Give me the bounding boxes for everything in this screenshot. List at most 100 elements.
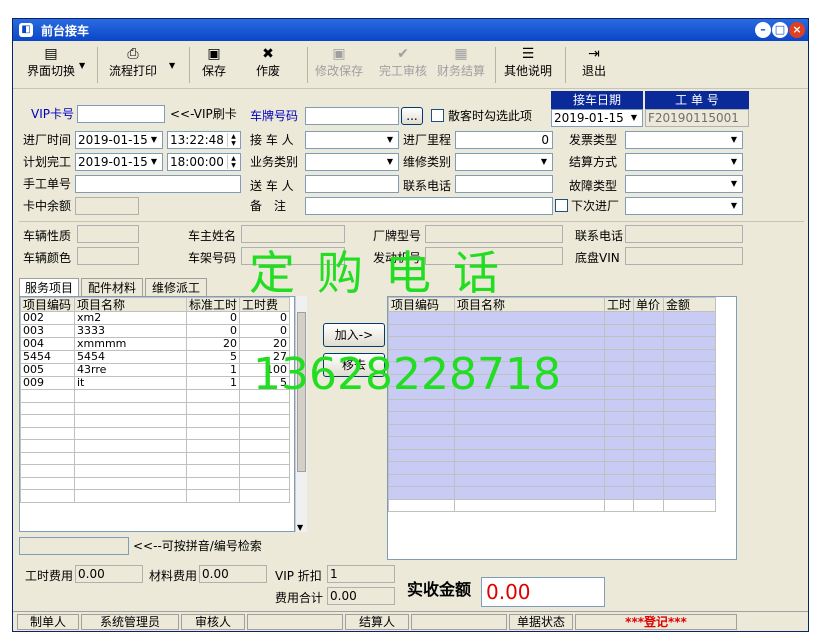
table-cell[interactable]: 5	[185, 350, 241, 364]
table-row[interactable]: 003 3333 0 0	[20, 324, 291, 338]
table-cell[interactable]	[454, 436, 605, 450]
column-header[interactable]: 工时	[603, 297, 635, 312]
table-cell[interactable]	[633, 486, 665, 500]
table-row[interactable]	[388, 448, 717, 462]
dropdown-arrow-icon[interactable]: ▼	[383, 133, 397, 147]
plan-time-input[interactable]: 18:00:00 ▲ ▼	[167, 153, 241, 171]
dropdown-arrow-icon[interactable]: ▼	[147, 155, 161, 169]
table-row[interactable]	[20, 426, 291, 440]
table-row[interactable]	[388, 473, 717, 487]
tab-repair-dispatch[interactable]: 维修派工	[145, 278, 207, 296]
table-cell[interactable]	[388, 311, 455, 325]
entry-date-picker[interactable]: 2019-01-15 ▼	[75, 131, 163, 149]
receive-date-picker[interactable]: 2019-01-15 ▼	[551, 109, 643, 127]
table-cell[interactable]	[74, 489, 187, 503]
table-cell[interactable]	[603, 323, 635, 337]
table-cell[interactable]	[239, 489, 291, 503]
table-cell[interactable]	[663, 336, 717, 350]
table-row[interactable]	[388, 323, 717, 337]
table-row[interactable]	[20, 451, 291, 465]
table-cell[interactable]	[20, 464, 75, 478]
spinner-icon[interactable]: ▲ ▼	[227, 155, 239, 169]
table-cell[interactable]	[388, 348, 455, 362]
table-cell[interactable]	[74, 414, 187, 428]
table-cell[interactable]	[454, 373, 605, 387]
table-cell[interactable]	[633, 473, 665, 487]
table-row[interactable]	[20, 489, 291, 503]
table-cell[interactable]	[633, 373, 665, 387]
table-cell[interactable]	[633, 498, 665, 512]
dropdown-arrow-icon[interactable]: ▼	[169, 61, 175, 70]
table-cell[interactable]	[663, 486, 717, 500]
table-cell[interactable]	[603, 498, 635, 512]
table-cell[interactable]	[663, 373, 717, 387]
toolbar-button-7[interactable]: ☰ 其他说明	[501, 45, 555, 85]
table-cell[interactable]	[74, 476, 187, 490]
receiver-select[interactable]: ▼	[305, 131, 399, 149]
table-cell[interactable]	[185, 401, 241, 415]
casual-customer-checkbox[interactable]	[431, 109, 444, 122]
table-cell[interactable]: 002	[20, 311, 75, 325]
table-cell[interactable]	[388, 498, 455, 512]
table-row[interactable]	[388, 411, 717, 425]
table-cell[interactable]	[74, 426, 187, 440]
table-cell[interactable]	[454, 423, 605, 437]
table-cell[interactable]	[454, 486, 605, 500]
table-cell[interactable]	[663, 436, 717, 450]
table-cell[interactable]	[454, 448, 605, 462]
close-button[interactable]: ×	[789, 22, 805, 38]
table-cell[interactable]	[454, 361, 605, 375]
table-cell[interactable]	[239, 464, 291, 478]
plan-date-picker[interactable]: 2019-01-15 ▼	[75, 153, 163, 171]
table-row[interactable]: 005 43rre 1 100	[20, 363, 291, 377]
dropdown-arrow-icon[interactable]: ▼	[727, 199, 741, 213]
table-cell[interactable]	[454, 323, 605, 337]
dropdown-arrow-icon[interactable]: ▼	[627, 111, 641, 125]
search-input[interactable]	[19, 537, 129, 555]
minimize-button[interactable]: –	[755, 22, 771, 38]
table-cell[interactable]	[185, 426, 241, 440]
table-cell[interactable]	[603, 423, 635, 437]
table-cell[interactable]	[74, 401, 187, 415]
table-cell[interactable]	[633, 461, 665, 475]
table-row[interactable]	[388, 348, 717, 362]
table-row[interactable]	[388, 498, 717, 512]
table-cell[interactable]	[663, 423, 717, 437]
table-cell[interactable]	[20, 489, 75, 503]
table-cell[interactable]	[663, 398, 717, 412]
toolbar-button-0[interactable]: ▤ 界面切换	[23, 45, 79, 85]
table-row[interactable]	[388, 311, 717, 325]
table-cell[interactable]	[633, 411, 665, 425]
manual-order-input[interactable]	[75, 175, 241, 193]
plate-lookup-button[interactable]: ...	[401, 107, 423, 125]
table-cell[interactable]	[663, 448, 717, 462]
dropdown-arrow-icon[interactable]: ▼	[79, 61, 85, 70]
table-cell[interactable]	[239, 451, 291, 465]
table-cell[interactable]: xmmmm	[74, 337, 187, 351]
table-row[interactable]	[388, 398, 717, 412]
table-row[interactable]	[20, 389, 291, 403]
table-cell[interactable]	[20, 389, 75, 403]
table-cell[interactable]	[663, 323, 717, 337]
table-cell[interactable]	[603, 373, 635, 387]
fault-type-select[interactable]: ▼	[625, 175, 743, 193]
entry-time-input[interactable]: 13:22:48 ▲ ▼	[167, 131, 241, 149]
table-cell[interactable]	[388, 323, 455, 337]
table-cell[interactable]	[239, 389, 291, 403]
toolbar-button-8[interactable]: ⇥ 退出	[579, 45, 609, 85]
table-row[interactable]	[388, 361, 717, 375]
table-cell[interactable]	[663, 498, 717, 512]
table-cell[interactable]	[239, 401, 291, 415]
table-cell[interactable]: 3333	[74, 324, 187, 338]
next-visit-checkbox[interactable]	[555, 199, 568, 212]
table-row[interactable]	[388, 486, 717, 500]
table-cell[interactable]	[454, 461, 605, 475]
column-header[interactable]: 项目编码	[20, 297, 75, 312]
dropdown-arrow-icon[interactable]: ▼	[727, 177, 741, 191]
column-header[interactable]: 标准工时	[185, 297, 241, 312]
table-row[interactable]	[20, 414, 291, 428]
table-cell[interactable]	[454, 411, 605, 425]
column-header[interactable]: 项目名称	[74, 297, 187, 312]
table-cell[interactable]	[185, 439, 241, 453]
scrollbar-thumb[interactable]	[297, 312, 306, 472]
